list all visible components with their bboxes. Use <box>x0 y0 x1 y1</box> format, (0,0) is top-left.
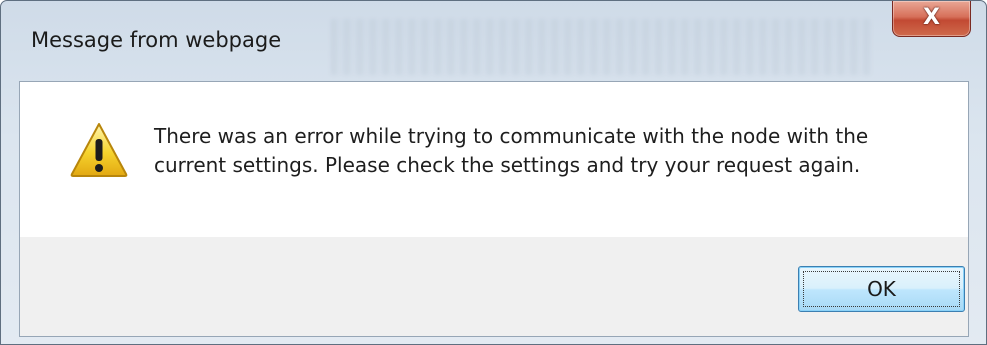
message-dialog-window: Message from webpage X There was an erro… <box>0 0 987 345</box>
close-icon: X <box>923 5 940 30</box>
message-area: There was an error while trying to commu… <box>20 82 968 237</box>
title-bar[interactable]: Message from webpage X <box>1 1 986 81</box>
button-bar: OK <box>20 237 968 336</box>
error-message: There was an error while trying to commu… <box>154 124 869 177</box>
dialog-body: There was an error while trying to commu… <box>19 81 969 337</box>
close-button[interactable]: X <box>892 1 971 37</box>
dialog-title: Message from webpage <box>31 28 282 52</box>
warning-icon <box>70 123 128 177</box>
ok-button-label: OK <box>867 277 896 301</box>
ok-button[interactable]: OK <box>798 266 965 312</box>
